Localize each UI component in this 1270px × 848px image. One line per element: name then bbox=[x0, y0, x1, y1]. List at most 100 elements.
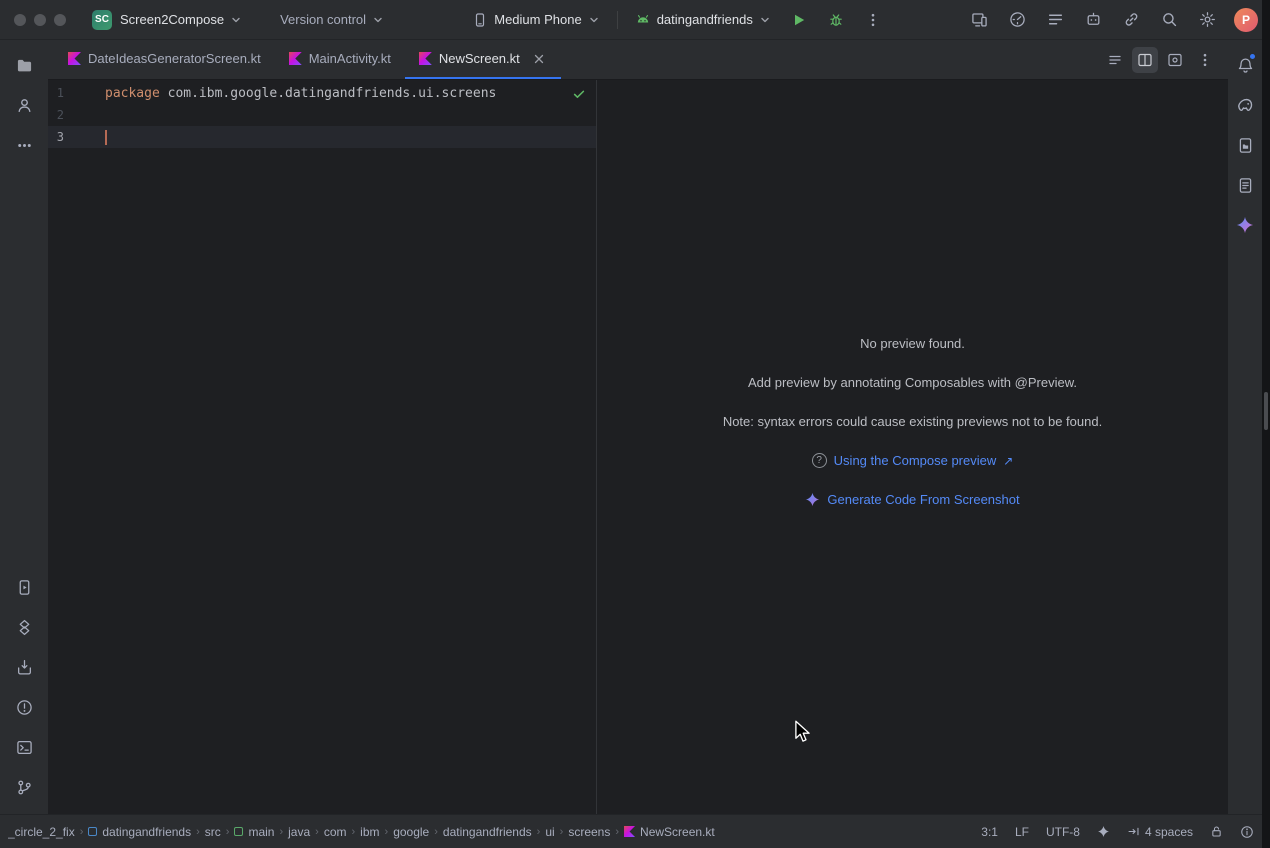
breadcrumb-item[interactable]: ibm bbox=[360, 825, 379, 839]
compose-preview-docs-link[interactable]: ? Using the Compose preview ↗ bbox=[812, 453, 1014, 468]
breadcrumb-item[interactable]: screens bbox=[568, 825, 610, 839]
breadcrumb-label: screens bbox=[568, 825, 610, 839]
phone-list-icon bbox=[1237, 177, 1254, 194]
editor-line-3-current: 3 bbox=[48, 126, 596, 148]
android-app-icon bbox=[635, 12, 651, 28]
version-control-label: Version control bbox=[280, 12, 366, 27]
breadcrumb-item[interactable]: src bbox=[205, 825, 221, 839]
version-control-tool-button[interactable] bbox=[7, 770, 41, 804]
editor-line-2: 2 bbox=[48, 104, 596, 126]
logcat-button[interactable] bbox=[1038, 5, 1072, 35]
tab-label: MainActivity.kt bbox=[309, 51, 391, 66]
folder-icon bbox=[16, 57, 33, 74]
debug-button[interactable] bbox=[819, 5, 853, 35]
code-keyword: package bbox=[105, 86, 160, 101]
build-variants-tool-button[interactable] bbox=[7, 610, 41, 644]
minimize-window-button[interactable] bbox=[34, 14, 46, 26]
code-lines-icon bbox=[1107, 52, 1123, 68]
gemini-tool-button[interactable] bbox=[1228, 208, 1262, 242]
titlebar: SC Screen2Compose Version control Medium… bbox=[0, 0, 1270, 40]
zoom-window-button[interactable] bbox=[54, 14, 66, 26]
code-text: com.ibm.google.datingandfriends.ui.scree… bbox=[160, 86, 497, 101]
collaboration-tool-button[interactable] bbox=[7, 88, 41, 122]
readonly-toggle[interactable] bbox=[1210, 825, 1223, 838]
running-devices-tool-button[interactable] bbox=[7, 570, 41, 604]
breadcrumb-item[interactable]: datingandfriends bbox=[443, 825, 532, 839]
tab-label: NewScreen.kt bbox=[439, 51, 520, 66]
version-control-menu[interactable]: Version control bbox=[272, 7, 392, 32]
editor-options-button[interactable] bbox=[1192, 47, 1218, 73]
user-avatar[interactable]: P bbox=[1234, 8, 1258, 32]
tab-newscreen[interactable]: NewScreen.kt bbox=[405, 40, 561, 79]
preview-hint: Add preview by annotating Composables wi… bbox=[748, 375, 1077, 390]
running-devices-button[interactable] bbox=[962, 5, 996, 35]
ai-status-widget[interactable] bbox=[1097, 825, 1110, 838]
window-controls bbox=[14, 14, 66, 26]
notifications-button[interactable] bbox=[1228, 48, 1262, 82]
ide-window: SC Screen2Compose Version control Medium… bbox=[0, 0, 1270, 848]
run-button[interactable] bbox=[782, 5, 816, 35]
link-button[interactable] bbox=[1114, 5, 1148, 35]
breadcrumb-item[interactable]: main bbox=[234, 825, 274, 839]
kotlin-file-icon bbox=[624, 826, 635, 837]
close-tab-button[interactable] bbox=[531, 51, 547, 67]
breadcrumb-item-file[interactable]: NewScreen.kt bbox=[624, 825, 715, 839]
breadcrumb-item[interactable]: datingandfriends bbox=[88, 825, 191, 839]
run-configuration-selector[interactable]: datingandfriends bbox=[627, 7, 779, 33]
device-explorer-tool-button[interactable] bbox=[1228, 128, 1262, 162]
breadcrumb-item[interactable]: com bbox=[324, 825, 347, 839]
profiler-button[interactable] bbox=[1000, 5, 1034, 35]
code-view-button[interactable] bbox=[1102, 47, 1128, 73]
breadcrumb-item[interactable]: _circle_2_fix bbox=[8, 825, 75, 839]
more-tool-windows-button[interactable] bbox=[7, 128, 41, 162]
scrollbar-thumb[interactable] bbox=[1264, 392, 1268, 430]
indent-widget[interactable]: 4 spaces bbox=[1127, 825, 1193, 839]
device-manager-tool-button[interactable] bbox=[1228, 168, 1262, 202]
split-view-button[interactable] bbox=[1132, 47, 1158, 73]
breadcrumb-separator: › bbox=[537, 826, 541, 838]
status-bar: _circle_2_fix › datingandfriends › src ›… bbox=[0, 814, 1270, 848]
app-quality-insights-tool-button[interactable] bbox=[7, 650, 41, 684]
chevron-down-icon bbox=[372, 14, 384, 26]
project-tool-button[interactable] bbox=[7, 48, 41, 82]
design-view-button[interactable] bbox=[1162, 47, 1188, 73]
breadcrumb-separator: › bbox=[560, 826, 564, 838]
more-run-actions-button[interactable] bbox=[856, 5, 890, 35]
line-number[interactable]: 3 bbox=[48, 130, 64, 144]
breadcrumb-separator: › bbox=[80, 826, 84, 838]
ai-assistant-button[interactable] bbox=[1076, 5, 1110, 35]
chevron-down-icon bbox=[759, 14, 771, 26]
encoding-widget[interactable]: UTF-8 bbox=[1046, 825, 1080, 839]
tab-mainactivity[interactable]: MainActivity.kt bbox=[275, 40, 405, 79]
code-editor[interactable]: 1 package com.ibm.google.datingandfriend… bbox=[48, 80, 596, 814]
generate-code-from-screenshot-link[interactable]: Generate Code From Screenshot bbox=[805, 492, 1019, 507]
problems-tool-button[interactable] bbox=[7, 690, 41, 724]
left-tool-stripe bbox=[0, 40, 48, 814]
search-everywhere-button[interactable] bbox=[1152, 5, 1186, 35]
caret-position-widget[interactable]: 3:1 bbox=[981, 825, 998, 839]
text-caret bbox=[105, 130, 107, 145]
inspections-status-button[interactable] bbox=[572, 87, 586, 101]
close-window-button[interactable] bbox=[14, 14, 26, 26]
terminal-icon bbox=[16, 739, 33, 756]
editor-split: 1 package com.ibm.google.datingandfriend… bbox=[48, 80, 1228, 814]
breadcrumb-item[interactable]: java bbox=[288, 825, 310, 839]
line-number[interactable]: 1 bbox=[48, 86, 64, 100]
editor-column: DateIdeasGeneratorScreen.kt MainActivity… bbox=[48, 40, 1228, 814]
ide-status-widget[interactable] bbox=[1240, 825, 1254, 839]
split-rectangle-icon bbox=[1137, 52, 1153, 68]
breadcrumb-item[interactable]: ui bbox=[545, 825, 554, 839]
compose-preview-pane: No preview found. Add preview by annotat… bbox=[597, 80, 1228, 814]
breadcrumb-item[interactable]: google bbox=[393, 825, 429, 839]
line-number[interactable]: 2 bbox=[48, 108, 64, 122]
tab-dateideasgeneratorscreen[interactable]: DateIdeasGeneratorScreen.kt bbox=[54, 40, 275, 79]
settings-button[interactable] bbox=[1190, 5, 1224, 35]
gradle-tool-button[interactable] bbox=[1228, 88, 1262, 122]
editor-view-mode-group bbox=[1102, 40, 1228, 79]
line-ending-label: LF bbox=[1015, 825, 1029, 839]
device-selector[interactable]: Medium Phone bbox=[464, 7, 607, 33]
line-ending-widget[interactable]: LF bbox=[1015, 825, 1029, 839]
terminal-tool-button[interactable] bbox=[7, 730, 41, 764]
breadcrumb-label: NewScreen.kt bbox=[640, 825, 715, 839]
project-selector[interactable]: Screen2Compose bbox=[112, 7, 250, 32]
